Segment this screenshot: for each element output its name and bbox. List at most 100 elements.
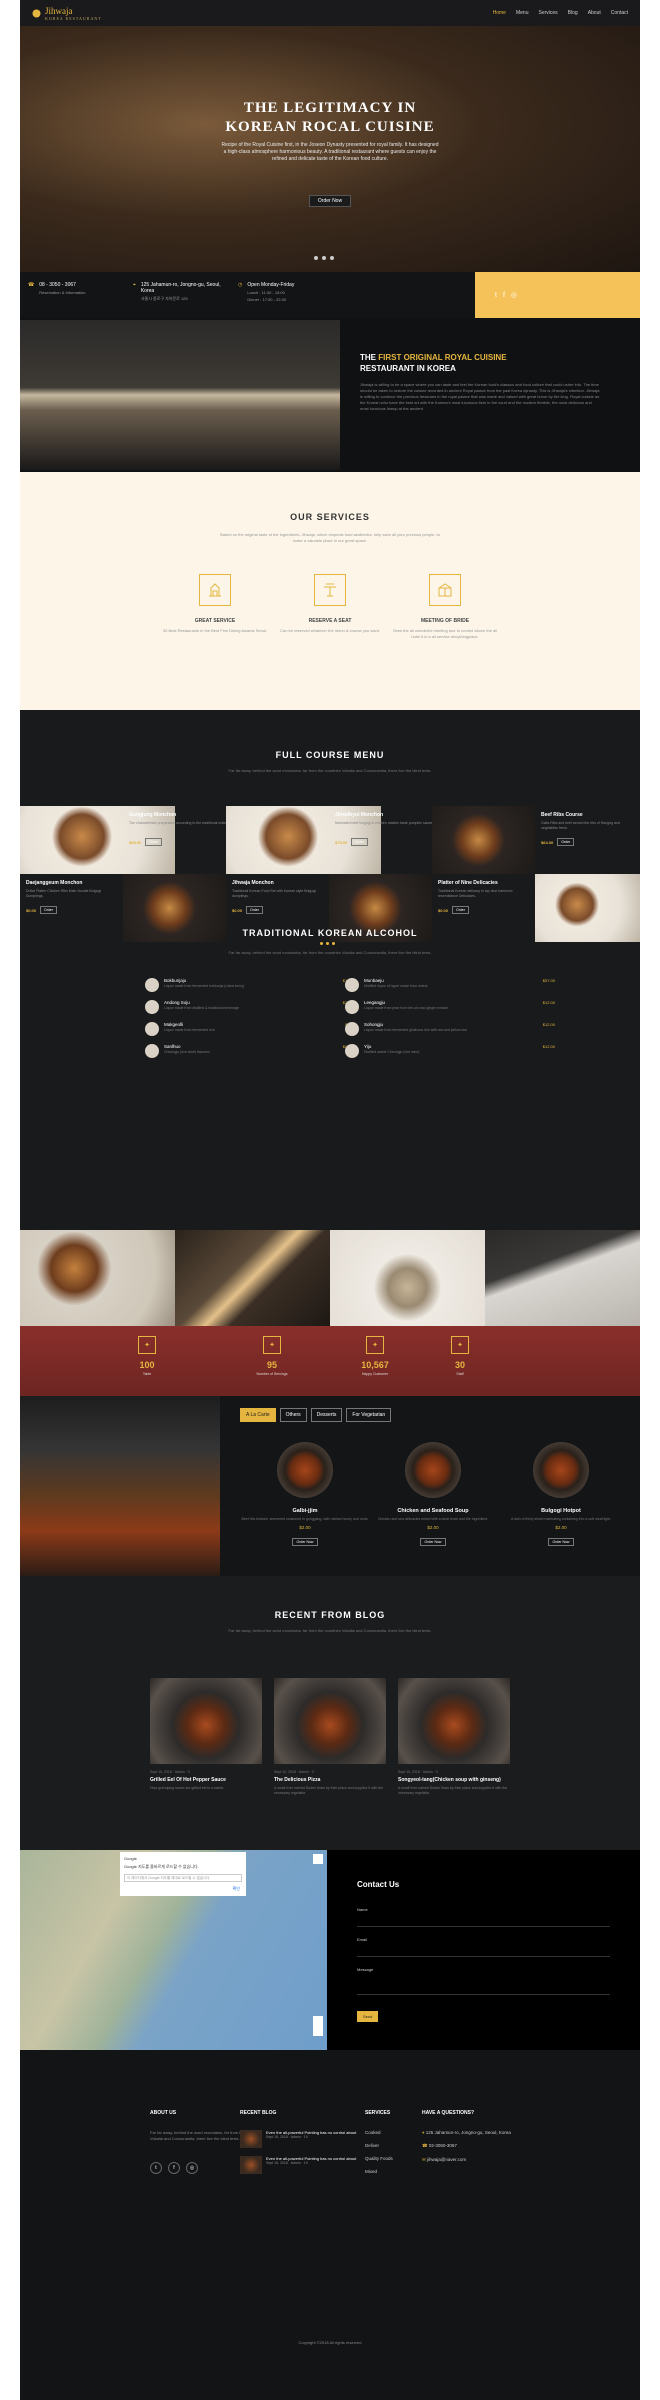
brand-logo[interactable]: Jihwaja KOREA RESTAURANT [32, 6, 102, 21]
menu-item-home[interactable]: Home [493, 10, 506, 16]
alcohol-name: Munbaeju [364, 978, 384, 983]
service-text: Seek the all wonderful meeting tour to c… [392, 628, 498, 639]
tab-vegetarian[interactable]: For Vegetarian [346, 1408, 392, 1422]
google-map[interactable]: Google Google 지도를 올바르게 로드할 수 없습니다. 이 페이지… [20, 1850, 327, 2050]
fullscreen-icon[interactable] [313, 1854, 323, 1864]
alcohol-title: TRADITIONAL KOREAN ALCOHOL [242, 928, 418, 938]
service-reserve-seat: RESERVE A SEAT Can be reserved whatever … [275, 574, 385, 634]
chef-icon: ✦ [451, 1336, 469, 1354]
blog-photo[interactable] [150, 1678, 262, 1764]
footer-phone[interactable]: ☎ 02-3050-3067 [422, 2143, 512, 2149]
blog-post-text: Hwa gochujang sauce are grilled eel in a… [150, 1786, 225, 1790]
facebook-icon[interactable]: f [168, 2162, 180, 2174]
footer-service-link[interactable]: Mixed [365, 2169, 415, 2174]
bottle-avatar [345, 1000, 359, 1014]
twitter-icon[interactable]: t [495, 292, 497, 299]
slider-dot[interactable] [314, 256, 318, 260]
dish-name: Chicken and Seafood Soup [397, 1508, 469, 1514]
instagram-icon[interactable]: ◎ [186, 2162, 198, 2174]
blog-card[interactable]: Sept 10, 2018 · Admin · 3 Songyeol-tang(C… [398, 1678, 510, 1796]
facebook-icon[interactable]: f [503, 292, 505, 299]
blog-card[interactable]: Sept 10, 2018 · Admin · 3 Grilled Eel Of … [150, 1678, 262, 1791]
full-course-menu-section: FULL COURSE MENU Far far away, behind th… [20, 710, 640, 1230]
tab-desserts[interactable]: Desserts [310, 1408, 343, 1422]
dish-order-button[interactable]: Order Now [291, 1538, 319, 1546]
dish-order-button[interactable]: Order Now [419, 1538, 447, 1546]
slider-dot[interactable] [322, 256, 326, 260]
blog-post-title[interactable]: Grilled Eel Of Hot Pepper Sauce [150, 1777, 262, 1783]
gallery-photo[interactable] [20, 1230, 175, 1326]
blog-photo[interactable] [398, 1678, 510, 1764]
menu-order-button[interactable]: Order [557, 838, 575, 846]
blog-meta: Sept 10, 2018 · Admin · 3 [398, 1770, 438, 1774]
menu-item-about[interactable]: About [588, 10, 601, 16]
dish-desc: A dish of thinly sliced marinating conta… [511, 1517, 611, 1521]
send-button[interactable]: Send [357, 2011, 379, 2022]
tab-a-la-carte[interactable]: A La Carte [240, 1408, 276, 1422]
hero-order-button[interactable]: Order Now [309, 195, 351, 207]
blog-post-title[interactable]: The Delicious Pizza [274, 1777, 386, 1783]
menu-item-contact[interactable]: Contact [611, 10, 628, 16]
dish-price: $2.00 [427, 1525, 439, 1530]
name-field[interactable]: Name [357, 1907, 610, 1927]
alcohol-item: Yiju Distilled sweet Cheongju (rice wine)… [345, 1044, 555, 1060]
footer-service-link[interactable]: Deliver [365, 2143, 415, 2148]
blog-lead: Far far away, behind the word mountains,… [228, 1628, 432, 1633]
map-error-dialog: Google Google 지도를 올바르게 로드할 수 없습니다. 이 페이지… [120, 1852, 246, 1896]
recent-post[interactable]: Even the all-powerful Pointing has no co… [240, 2130, 360, 2148]
alcohol-name: Makgeolli [164, 1022, 184, 1027]
footer-email[interactable]: ✉ jihwaja@naver.com [422, 2157, 512, 2163]
tab-others[interactable]: Others [279, 1408, 307, 1422]
info-phone: ☎ 08 - 3050 - 3067 Reservation & Informat… [20, 272, 125, 318]
phone-icon: ☎ [422, 2143, 429, 2148]
about-text: Jihwaja is willing to be a space where y… [360, 382, 600, 411]
info-hours-text: Open Monday-Friday [247, 282, 295, 288]
alcohol-desc: Cheongju (rice wine) flavored [164, 1050, 210, 1054]
hero-title-line2: KOREAN ROCAL CUISINE [225, 119, 435, 135]
main-menu: Home Menu Services Blog About Contact [493, 10, 628, 16]
alcohol-item: SanlhuoCheongju (rice wine) flavored$60.… [145, 1044, 355, 1060]
blog-photo[interactable] [274, 1678, 386, 1764]
message-field[interactable]: Message [357, 1967, 610, 1995]
slider-dot[interactable] [330, 256, 334, 260]
service-award-icon [199, 574, 231, 606]
blog-card[interactable]: Sept 10, 2018 · Admin · 3 The Delicious P… [274, 1678, 386, 1796]
blog-post-title[interactable]: Songyeol-tang(Chicken soup with ginseng) [398, 1777, 510, 1783]
alcohol-price: $12.00 [542, 1022, 555, 1027]
recent-post[interactable]: Even the all-powerful Pointing has no co… [240, 2156, 360, 2174]
instagram-icon[interactable]: ◎ [511, 291, 517, 299]
menu-order-button[interactable]: Order [351, 838, 369, 846]
gallery-photo[interactable] [485, 1230, 640, 1326]
menu-order-button[interactable]: Order [145, 838, 163, 846]
contact-title: Contact Us [357, 1880, 400, 1889]
footer-questions: HAVE A QUESTIONS? ⌖ 125 Jahamun-ro, Jong… [422, 2110, 512, 2171]
service-meeting-bride: MEETING OF BRIDE Seek the all wonderful … [390, 574, 500, 640]
dish-order-button[interactable]: Order Now [547, 1538, 575, 1546]
menu-item-price: $0.00 [232, 907, 243, 913]
alcohol-desc: Liquor made from pear from lee-sin and g… [364, 1006, 448, 1010]
slider-dots [314, 256, 334, 260]
zoom-controls[interactable] [313, 2016, 323, 2036]
menu-item-desc: Traditional Korean delicacy in top nine … [438, 889, 513, 898]
service-great-service: GREAT SERVICE 30 Best Restaurants in the… [160, 574, 270, 634]
dish-card: Bulgogi Hotpot A dish of thinly sliced ma… [496, 1442, 626, 1548]
menu-item-name: Daejanggeum Monchon [26, 880, 83, 886]
counter-label: Happy Customer [361, 1372, 389, 1376]
menu-order-button[interactable]: Order [246, 906, 263, 914]
twitter-icon[interactable]: t [150, 2162, 162, 2174]
footer-service-link[interactable]: Quality Foods [365, 2156, 415, 2161]
menu-item-menu[interactable]: Menu [516, 10, 529, 16]
title-divider [320, 942, 335, 945]
counter-label: Number of Servings [256, 1372, 288, 1376]
email-field[interactable]: Email [357, 1937, 610, 1957]
alcohol-desc: Liquor made from fermented rice [164, 1028, 215, 1032]
footer-service-link[interactable]: Cooked [365, 2130, 415, 2135]
menu-order-button[interactable]: Order [452, 906, 469, 914]
gallery-photo[interactable] [330, 1230, 485, 1326]
gallery-photo[interactable] [175, 1230, 330, 1326]
hero-title: THE LEGITIMACY IN KOREAN ROCAL CUISINE [20, 99, 640, 137]
menu-item-blog[interactable]: Blog [568, 10, 578, 16]
map-dialog-ok[interactable]: 확인 [233, 1886, 240, 1892]
menu-item-services[interactable]: Services [538, 10, 557, 16]
menu-order-button[interactable]: Order [40, 906, 57, 914]
